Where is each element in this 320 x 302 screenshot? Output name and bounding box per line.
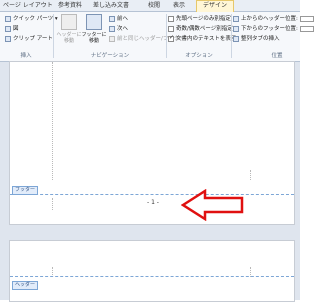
footer-position-field[interactable]: 下からのフッター位置:: [233, 25, 314, 33]
red-arrow-icon: [181, 189, 244, 221]
tab-review[interactable]: 校閲: [148, 1, 160, 11]
different-first-page-checkbox[interactable]: [168, 15, 174, 22]
insert-alignment-tab-button[interactable]: 整列タブの挿入: [233, 35, 280, 43]
header-boundary-line: [10, 276, 294, 277]
footer-tag: フッター: [12, 186, 39, 195]
ribbon-panel: クイック パーツ ▾ 図 クリップ アート 挿入 ヘッダーに 移動 フッターに …: [0, 12, 314, 62]
goto-footer-icon: [86, 14, 102, 30]
picture-button[interactable]: 図: [5, 25, 19, 33]
document-area[interactable]: フッター - 1 - ヘッダー: [0, 61, 300, 302]
tab-references[interactable]: 参考資料: [58, 1, 82, 11]
group-separator: [166, 14, 167, 58]
clip-art-button[interactable]: クリップ アート: [5, 35, 53, 43]
next-icon: [109, 25, 115, 32]
document-page-1[interactable]: フッター - 1 -: [9, 61, 295, 225]
goto-header-icon: [61, 14, 77, 30]
group-label-position: 位置: [271, 53, 283, 59]
header-position-field[interactable]: 上からのヘッダー位置:: [233, 15, 314, 23]
margin-guide: [52, 62, 53, 180]
header-position-icon: [233, 15, 239, 22]
quick-parts-button[interactable]: クイック パーツ ▾: [5, 15, 58, 23]
footer-position-icon: [233, 25, 239, 32]
alignment-tab-icon: [233, 35, 239, 42]
picture-icon: [5, 25, 11, 32]
different-odd-even-option[interactable]: 奇数/偶数ページ別指定: [168, 25, 233, 33]
goto-header-button[interactable]: ヘッダーに 移動: [55, 14, 83, 50]
show-document-text-checkbox[interactable]: [168, 34, 174, 42]
group-label-insert: 挿入: [20, 53, 32, 59]
goto-footer-button[interactable]: フッターに 移動: [80, 14, 108, 50]
document-page-2[interactable]: ヘッダー: [9, 240, 295, 302]
header-tag: ヘッダー: [12, 281, 39, 290]
group-separator: [53, 14, 54, 58]
footer-boundary-line: [10, 194, 294, 195]
header-position-input[interactable]: [299, 15, 314, 22]
ribbon-tab-bar: ページ レイアウト 参考資料 差し込み文書 校閲 表示 デザイン: [0, 0, 300, 12]
tab-page-layout[interactable]: ページ レイアウト: [3, 1, 53, 11]
group-separator: [231, 14, 232, 58]
clip-art-icon: [5, 35, 11, 42]
page-number[interactable]: - 1 -: [147, 199, 159, 206]
tab-mailings[interactable]: 差し込み文書: [93, 1, 129, 11]
tab-view[interactable]: 表示: [173, 1, 185, 11]
footer-position-input[interactable]: [299, 25, 314, 32]
margin-guide: [52, 198, 53, 210]
group-label-navigation: ナビゲーション: [90, 53, 130, 59]
quick-parts-icon: [5, 15, 11, 22]
group-label-options: オプション: [185, 53, 213, 59]
link-icon: [109, 35, 115, 42]
tab-design[interactable]: デザイン: [196, 0, 235, 12]
next-button[interactable]: 次へ: [109, 25, 128, 33]
show-document-text-option[interactable]: 文書内のテキストを表示: [168, 34, 236, 43]
margin-guide: [250, 170, 251, 180]
previous-button[interactable]: 前へ: [109, 15, 128, 23]
different-first-page-option[interactable]: 先頭ページのみ別指定: [168, 15, 231, 23]
different-odd-even-checkbox[interactable]: [168, 25, 174, 32]
previous-icon: [109, 15, 115, 22]
